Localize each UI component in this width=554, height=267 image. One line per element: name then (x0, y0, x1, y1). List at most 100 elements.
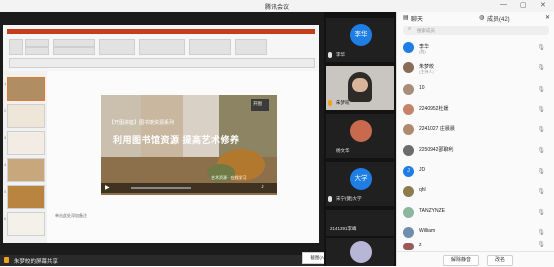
member-row[interactable]: 10 🎙 (401, 82, 551, 98)
slide-subtitle: 【开图讲座】图书馆资源系列 (109, 120, 175, 126)
member-row[interactable]: William 🎙 (401, 225, 551, 241)
mic-icon: 🎙 (537, 189, 545, 195)
avatar (403, 62, 414, 73)
mic-icon: 🎙 (537, 230, 545, 236)
thumb-number: 5 (4, 189, 7, 194)
slide-thumbnail[interactable] (7, 185, 45, 209)
member-row[interactable]: qhl 🎙 (401, 184, 551, 200)
video-tile[interactable]: 李华 李华 (326, 18, 394, 62)
member-name: qhl (419, 187, 426, 193)
tab-chat[interactable]: 聊天 (411, 14, 423, 23)
slide-thumbnail[interactable] (7, 77, 45, 101)
font-selector[interactable] (53, 39, 95, 47)
slide-seal: 开图 (253, 101, 262, 106)
search-placeholder: 搜索成员 (417, 27, 435, 33)
member-row[interactable]: 李华 (我) 🎙 (401, 40, 551, 56)
member-name: 10 (419, 85, 425, 91)
avatar (403, 186, 414, 197)
thumb-number: 2 (4, 108, 7, 113)
avatar: 李华 (350, 24, 372, 46)
ppt-title-strip (7, 29, 315, 34)
thumb-number: 6 (4, 216, 7, 221)
mic-icon: 🎙 (537, 107, 545, 113)
volume-icon[interactable]: ♪ (261, 184, 264, 190)
maximize-icon[interactable]: ▢ (520, 1, 527, 9)
chat-icon[interactable]: ▤ (403, 14, 409, 21)
video-tile[interactable]: 朱梦皎 (326, 66, 394, 110)
presenter-label: 朱梦皎的屏幕共享 (14, 259, 59, 265)
member-search[interactable]: ⌕ 搜索成员 (403, 26, 549, 35)
ppt-ribbon (3, 25, 319, 72)
slide-thumbnail[interactable] (7, 131, 45, 155)
avatar (403, 104, 414, 115)
avatar (350, 241, 372, 263)
avatar (403, 124, 414, 135)
mic-icon: 🎙 (537, 127, 545, 133)
slide-thumbnail[interactable] (7, 158, 45, 182)
thumb-number: 4 (4, 162, 7, 167)
drawing-group[interactable] (139, 39, 185, 55)
member-row[interactable]: 2240952杜媛 🎙 (401, 102, 551, 118)
media-controls[interactable]: ▶ ♪ (101, 183, 277, 193)
video-tile[interactable]: 大学 宋宁(健)大学 (326, 162, 394, 206)
paragraph-group[interactable] (99, 39, 135, 55)
screen-share-bar: 朱梦皎的屏幕共享 (0, 255, 324, 266)
mic-icon (328, 52, 332, 58)
member-row[interactable]: 2241027 庄晨晨 🎙 (401, 122, 551, 138)
window-title: 腾讯会议 (264, 5, 289, 11)
notes-hint[interactable]: 单击此处添加备注 (55, 213, 87, 219)
member-name: TANZYNZE (419, 208, 446, 214)
video-tile[interactable]: 杨文华 (326, 114, 394, 158)
rename-button[interactable]: 改名 (487, 255, 513, 266)
member-row[interactable]: 朱梦皎 (主持人) 🎙 (401, 60, 551, 76)
mic-icon: 🎙 (537, 242, 545, 248)
member-role: (我) (419, 49, 426, 54)
members-icon[interactable]: ◍ (479, 14, 484, 21)
minimize-icon[interactable]: — (500, 1, 507, 8)
avatar: J (403, 166, 414, 177)
thumb-number: 3 (4, 135, 7, 140)
slide-title: 利用图书馆资源 提高艺术修养 (113, 135, 240, 145)
close-icon[interactable]: ✕ (540, 1, 546, 9)
video-tile[interactable] (326, 238, 394, 266)
arrange-group[interactable] (189, 39, 231, 55)
slide-thumbnail[interactable] (7, 104, 45, 128)
member-name: William (419, 228, 436, 234)
ribbon-tabs[interactable] (9, 58, 315, 68)
video-name: 朱梦皎 (336, 100, 350, 105)
avatar (403, 84, 414, 95)
avatar (403, 243, 414, 250)
member-row[interactable]: 2250942邵聊利 🎙 (401, 143, 551, 159)
font-style-group[interactable] (53, 47, 95, 55)
media-progress[interactable] (131, 187, 191, 189)
play-icon[interactable]: ▶ (105, 184, 110, 191)
mic-icon (328, 196, 332, 202)
unmute-all-button[interactable]: 解除静音 (443, 255, 479, 266)
slide-thumbnail[interactable] (7, 212, 45, 236)
member-role: (主持人) (419, 69, 434, 74)
tab-members[interactable]: 成员(42) (487, 14, 510, 23)
mic-icon: 🎙 (537, 45, 545, 51)
avatar: 大学 (350, 168, 372, 190)
close-panel-icon[interactable]: ✕ (545, 14, 550, 21)
ribbon-button[interactable] (25, 47, 49, 55)
slide-canvas: 【开图讲座】图书馆资源系列 利用图书馆资源 提高艺术修养 开图 艺术资源 · 在… (47, 71, 319, 243)
member-row[interactable]: TANZYNZE 🎙 (401, 205, 551, 221)
member-row[interactable]: J JD 🎙 (401, 164, 551, 180)
video-name: 李华 (336, 52, 345, 57)
video-column: 李华 李华 朱梦皎 杨文华 大学 宋宁(健)大学 2141291李峰 (324, 12, 396, 266)
mic-icon: 🎙 (537, 65, 545, 71)
mic-icon: 🎙 (537, 210, 545, 216)
current-slide: 【开图讲座】图书馆资源系列 利用图书馆资源 提高艺术修养 开图 艺术资源 · 在… (101, 95, 277, 195)
video-tile[interactable]: 2141291李峰 (326, 210, 394, 236)
member-row[interactable]: z 🎙 (401, 241, 551, 251)
mic-icon: 🎙 (537, 148, 545, 154)
panel-footer: 解除静音 改名 (397, 251, 554, 267)
editing-group[interactable] (235, 39, 267, 55)
avatar (350, 120, 372, 142)
video-name: 杨文华 (336, 148, 350, 153)
camera-face (352, 78, 368, 92)
avatar (403, 207, 414, 218)
paste-button[interactable] (9, 39, 23, 55)
ribbon-button[interactable] (25, 39, 49, 47)
